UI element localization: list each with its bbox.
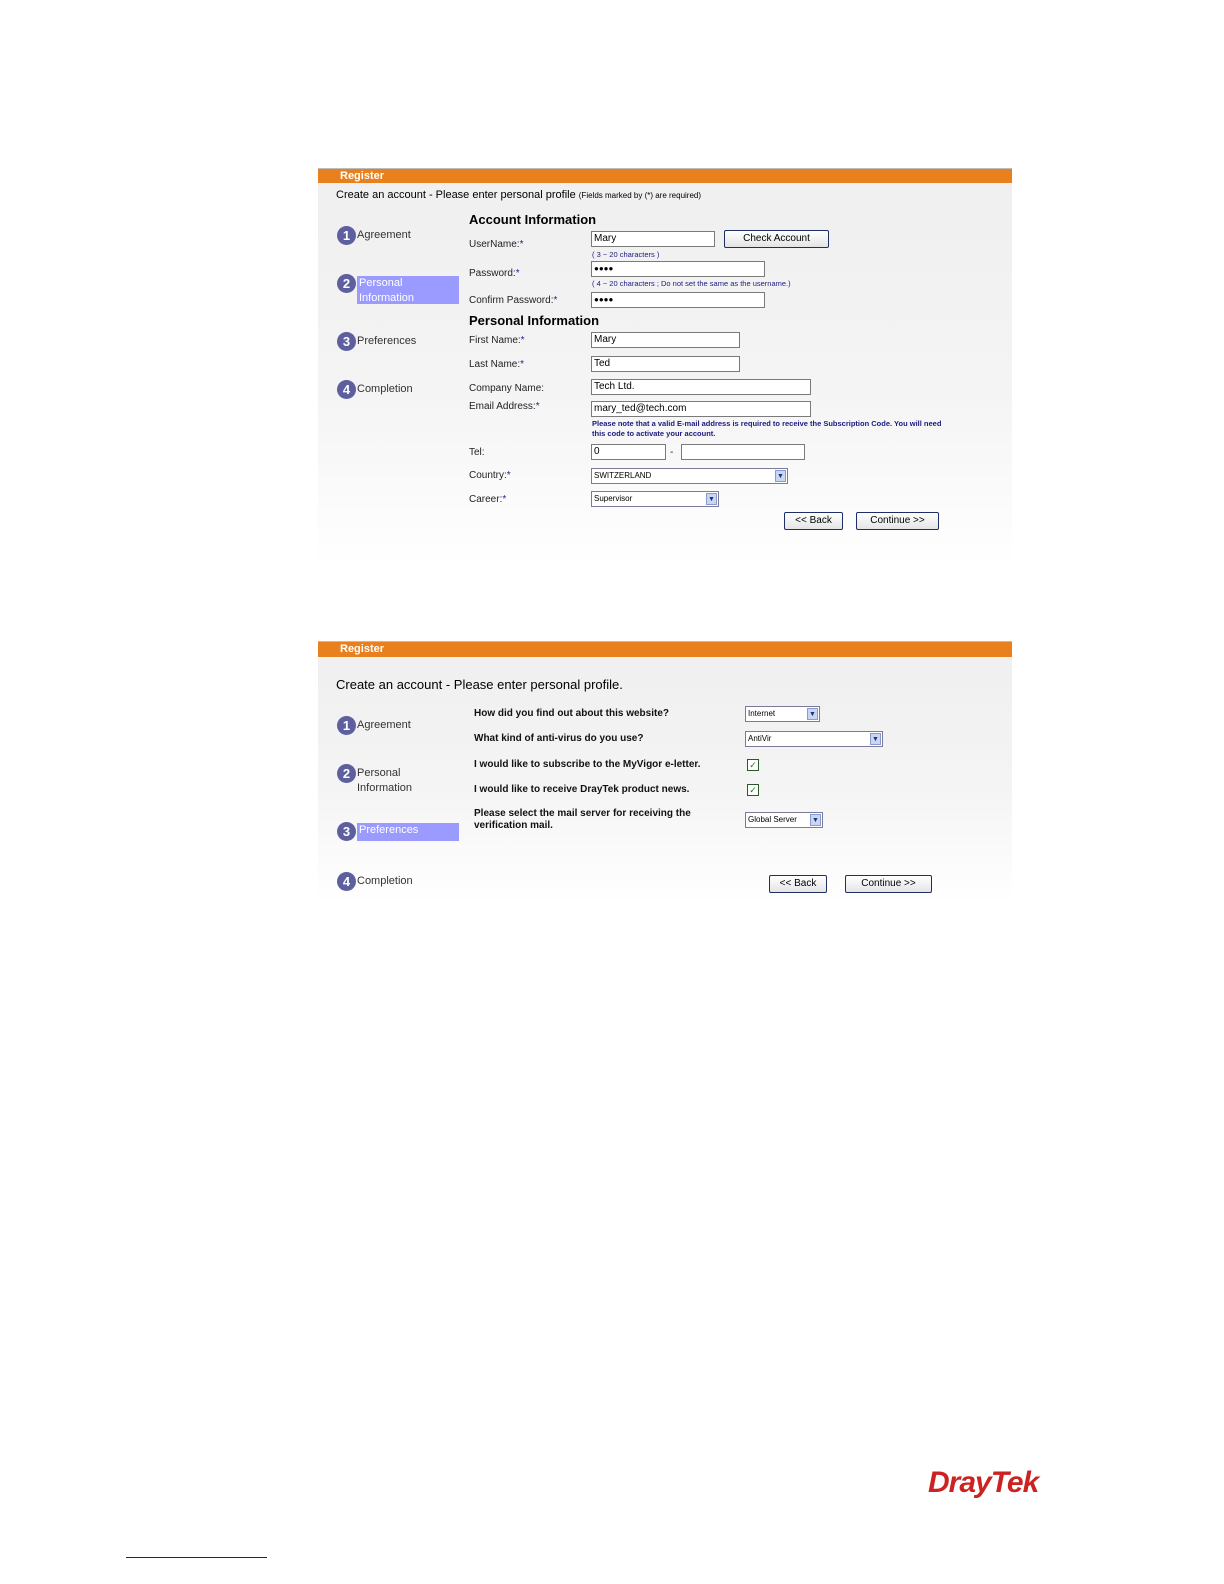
step-number-2: 2 bbox=[337, 764, 356, 783]
step-label: Preferences bbox=[357, 335, 417, 347]
company-name-input[interactable]: Tech Ltd. bbox=[591, 379, 811, 395]
step-agreement[interactable]: 1 Agreement bbox=[337, 226, 462, 258]
username-hint: ( 3 ~ 20 characters ) bbox=[592, 250, 660, 259]
back-button[interactable]: << Back bbox=[769, 875, 827, 893]
step-completion[interactable]: 4 Completion bbox=[337, 380, 462, 412]
mail-server-select[interactable]: Global Server ▼ bbox=[745, 812, 823, 828]
personal-information-title: Personal Information bbox=[469, 313, 600, 328]
continue-button[interactable]: Continue >> bbox=[845, 875, 932, 893]
form-subtitle: Create an account - Please enter persona… bbox=[336, 677, 623, 692]
step-personal-information[interactable]: 2 Personal Information bbox=[337, 764, 462, 796]
question-antivirus: What kind of anti-virus do you use? bbox=[474, 733, 644, 744]
career-label: Career:* bbox=[469, 494, 507, 505]
antivirus-select[interactable]: AntiVir ▼ bbox=[745, 731, 883, 747]
question-mail-server: Please select the mail server for receiv… bbox=[474, 808, 691, 831]
company-name-label: Company Name: bbox=[469, 383, 545, 394]
question-subscribe-eletter: I would like to subscribe to the MyVigor… bbox=[474, 759, 701, 770]
product-news-checkbox[interactable]: ✓ bbox=[747, 784, 759, 796]
chevron-down-icon: ▼ bbox=[870, 733, 881, 745]
confirm-password-label: Confirm Password:* bbox=[469, 295, 558, 306]
username-input[interactable]: Mary bbox=[591, 231, 715, 247]
register-header-title: Register bbox=[340, 643, 385, 655]
register-header: Register bbox=[318, 641, 1012, 657]
username-label: UserName:* bbox=[469, 239, 524, 250]
find-website-select[interactable]: Internet ▼ bbox=[745, 706, 820, 722]
tel-dash: - bbox=[670, 447, 674, 458]
tel-number-input[interactable] bbox=[681, 444, 805, 460]
register-header: Register bbox=[318, 168, 1012, 183]
step-label: Personal Information bbox=[357, 276, 459, 304]
email-input[interactable]: mary_ted@tech.com bbox=[591, 401, 811, 417]
step-number-3: 3 bbox=[337, 822, 356, 841]
question-find-website: How did you find out about this website? bbox=[474, 708, 669, 719]
step-completion[interactable]: 4 Completion bbox=[337, 872, 462, 904]
chevron-down-icon: ▼ bbox=[810, 814, 821, 826]
draytek-logo: DrayTek bbox=[928, 1466, 1039, 1499]
step-number-2: 2 bbox=[337, 274, 356, 293]
last-name-label: Last Name:* bbox=[469, 359, 525, 370]
career-select[interactable]: Supervisor ▼ bbox=[591, 491, 719, 507]
chevron-down-icon: ▼ bbox=[807, 708, 818, 720]
password-label: Password:* bbox=[469, 268, 520, 279]
step-label: Agreement bbox=[357, 229, 411, 241]
check-account-button[interactable]: Check Account bbox=[724, 230, 829, 248]
question-product-news: I would like to receive DrayTek product … bbox=[474, 784, 690, 795]
step-label: Preferences bbox=[357, 823, 459, 841]
step-label: Personal Information bbox=[357, 767, 413, 794]
step-label: Completion bbox=[357, 875, 413, 887]
step-number-4: 4 bbox=[337, 872, 356, 891]
step-number-4: 4 bbox=[337, 380, 356, 399]
step-number-3: 3 bbox=[337, 332, 356, 351]
step-preferences[interactable]: 3 Preferences bbox=[337, 332, 462, 364]
step-number-1: 1 bbox=[337, 716, 356, 735]
continue-button[interactable]: Continue >> bbox=[856, 512, 939, 530]
step-number-1: 1 bbox=[337, 226, 356, 245]
first-name-input[interactable]: Mary bbox=[591, 332, 740, 348]
step-label: Agreement bbox=[357, 719, 411, 731]
step-agreement[interactable]: 1 Agreement bbox=[337, 716, 462, 748]
password-input[interactable]: ●●●● bbox=[591, 261, 765, 277]
register-form-preferences: Register Create an account - Please ente… bbox=[318, 641, 1012, 903]
account-information-title: Account Information bbox=[469, 212, 597, 227]
subscribe-eletter-checkbox[interactable]: ✓ bbox=[747, 759, 759, 771]
step-label: Completion bbox=[357, 383, 413, 395]
back-button[interactable]: << Back bbox=[784, 512, 843, 530]
last-name-input[interactable]: Ted bbox=[591, 356, 740, 372]
tel-area-input[interactable]: 0 bbox=[591, 444, 666, 460]
step-personal-information[interactable]: 2 Personal Information bbox=[337, 274, 462, 306]
footer-divider bbox=[126, 1557, 267, 1558]
country-select[interactable]: SWITZERLAND ▼ bbox=[591, 468, 788, 484]
chevron-down-icon: ▼ bbox=[706, 493, 717, 505]
confirm-password-input[interactable]: ●●●● bbox=[591, 292, 765, 308]
email-note: Please note that a valid E-mail address … bbox=[592, 419, 942, 438]
form-subtitle: Create an account - Please enter persona… bbox=[336, 189, 702, 201]
register-form-personal-info: Register Create an account - Please ente… bbox=[318, 168, 1012, 568]
country-label: Country:* bbox=[469, 470, 511, 481]
register-header-title: Register bbox=[340, 170, 385, 182]
password-hint: ( 4 ~ 20 characters ; Do not set the sam… bbox=[592, 279, 791, 288]
tel-label: Tel: bbox=[469, 447, 485, 458]
email-label: Email Address:* bbox=[469, 401, 540, 412]
first-name-label: First Name:* bbox=[469, 335, 525, 346]
chevron-down-icon: ▼ bbox=[775, 470, 786, 482]
step-preferences[interactable]: 3 Preferences bbox=[337, 822, 462, 854]
